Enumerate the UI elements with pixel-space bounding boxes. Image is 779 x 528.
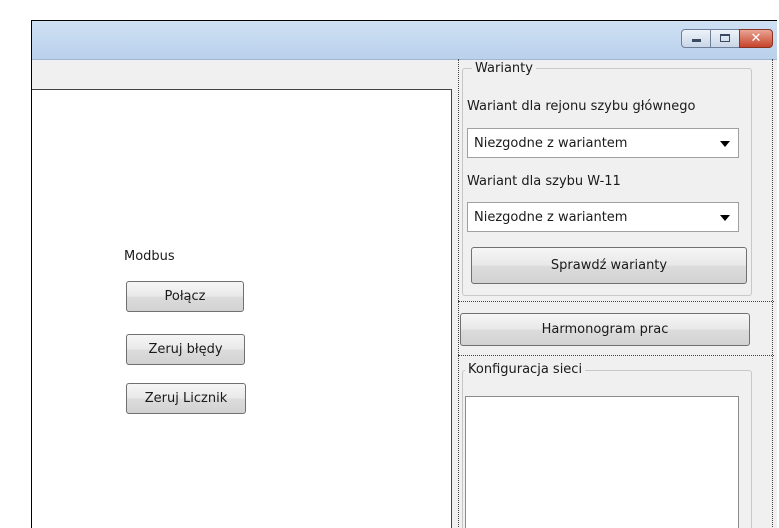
modbus-label: Modbus <box>124 249 175 264</box>
layout-divider <box>458 355 774 356</box>
w11-variant-value: Niezgodne z wariantem <box>474 209 628 225</box>
reset-errors-button[interactable]: Zeruj błędy <box>126 334 245 365</box>
close-icon: ✕ <box>750 31 762 46</box>
window-controls: ✕ <box>681 29 773 48</box>
minimize-icon <box>692 39 701 42</box>
main-shaft-variant-label: Wariant dla rejonu szybu głównego <box>467 99 696 114</box>
network-config-textarea[interactable] <box>465 396 739 528</box>
reset-counter-button[interactable]: Zeruj Licznik <box>126 383 246 414</box>
main-shaft-variant-value: Niezgodne z wariantem <box>474 135 628 151</box>
maximize-button[interactable] <box>710 29 740 48</box>
main-content-pane: Modbus Połącz Zeruj błędy Zeruj Licznik <box>32 89 452 528</box>
dropdown-arrow-icon <box>720 141 730 147</box>
main-shaft-variant-select[interactable]: Niezgodne z wariantem <box>467 128 739 158</box>
variants-group-title: Warianty <box>472 61 536 76</box>
network-config-group-title: Konfiguracja sieci <box>465 362 586 377</box>
work-schedule-button[interactable]: Harmonogram prac <box>460 313 750 346</box>
check-variants-button[interactable]: Sprawdź warianty <box>471 247 747 284</box>
minimize-button[interactable] <box>681 29 711 48</box>
layout-divider-left <box>458 59 461 528</box>
connect-button[interactable]: Połącz <box>126 281 244 312</box>
close-button[interactable]: ✕ <box>739 29 773 48</box>
dropdown-arrow-icon <box>720 215 730 221</box>
layout-divider <box>458 301 774 302</box>
w11-variant-label: Wariant dla szybu W-11 <box>467 174 621 189</box>
layout-divider-right <box>772 59 775 528</box>
main-window: ✕ Modbus Połącz Zeruj błędy Zeruj Liczni… <box>31 20 777 528</box>
w11-variant-select[interactable]: Niezgodne z wariantem <box>467 202 739 232</box>
maximize-icon <box>720 34 730 42</box>
title-bar: ✕ <box>32 21 777 60</box>
